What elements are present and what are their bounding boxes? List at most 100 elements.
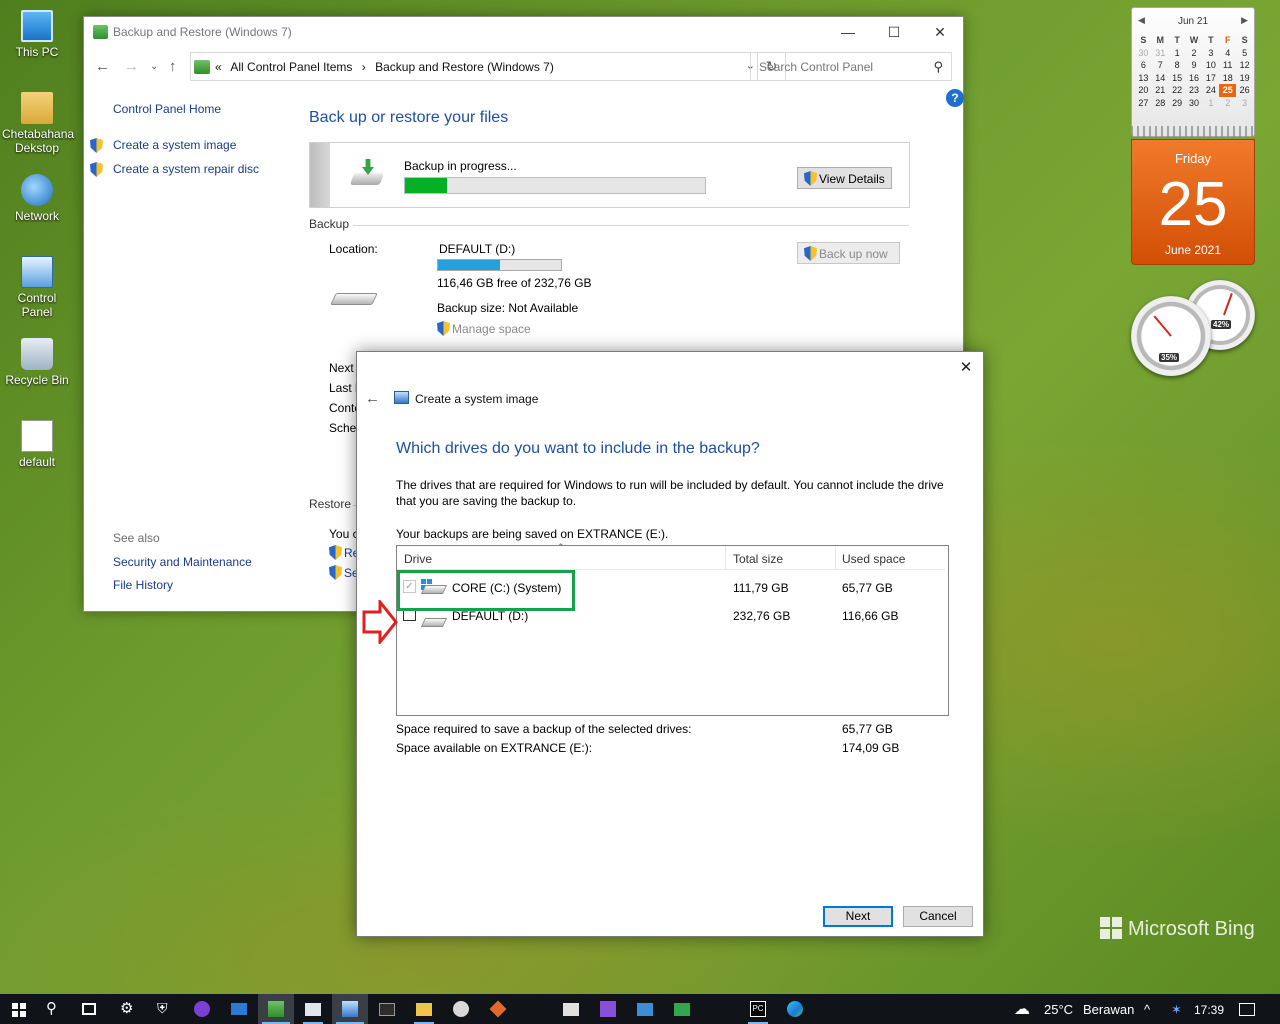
column-header-total-size[interactable]: Total size <box>733 552 783 566</box>
calendar-day[interactable]: 25 <box>1219 84 1237 97</box>
create-repair-disc-link[interactable]: Create a system repair disc <box>90 162 303 177</box>
taskbar-terminal[interactable] <box>369 994 405 1024</box>
taskbar-search-button[interactable]: ⚲ <box>36 994 72 1024</box>
calendar-day[interactable]: 21 <box>1152 84 1169 97</box>
calendar-day[interactable]: 18 <box>1219 72 1236 85</box>
taskbar-cloud[interactable] <box>443 994 479 1024</box>
desktop-icon-recycle-bin[interactable]: Recycle Bin <box>2 338 72 387</box>
taskbar-explorer[interactable] <box>406 994 442 1024</box>
cpu-gauge[interactable]: 35% <box>1131 296 1211 376</box>
task-view-button[interactable] <box>72 994 108 1024</box>
calendar-day[interactable]: 20 <box>1135 84 1152 97</box>
taskbar-security[interactable]: ⛨ <box>147 994 183 1024</box>
weather-temperature[interactable]: 25°C <box>1044 1002 1073 1017</box>
select-backup-link[interactable]: Se <box>329 565 359 580</box>
calendar-day[interactable]: 30 <box>1186 97 1203 110</box>
taskbar-github[interactable] <box>184 994 220 1024</box>
desktop-icon-this-pc[interactable]: This PC <box>2 10 72 59</box>
desktop-icon-user-folder[interactable]: Chetabahana Dekstop <box>2 92 74 155</box>
desktop-icon-control-panel[interactable]: Control Panel <box>2 256 72 319</box>
taskbar-mail[interactable] <box>221 994 257 1024</box>
breadcrumb-overflow[interactable]: « <box>215 60 222 74</box>
taskbar-settings[interactable]: ⚙ <box>110 994 146 1024</box>
calendar-day[interactable]: 19 <box>1236 72 1253 85</box>
search-icon[interactable]: ⚲ <box>933 59 943 75</box>
taskbar-calendar-app[interactable] <box>295 994 331 1024</box>
column-header-used-space[interactable]: Used space <box>842 552 905 566</box>
calendar-day[interactable]: 22 <box>1169 84 1186 97</box>
cancel-button[interactable]: Cancel <box>903 906 973 927</box>
calendar-gadget[interactable]: ◀ Jun 21 ▶ S M T W T F S 30 31 1 2 3 4 5 6 7 8 9 10 11 12 13 1… <box>1131 7 1255 137</box>
taskbar-chat[interactable] <box>664 994 700 1024</box>
calendar-day[interactable]: 2 <box>1219 97 1236 110</box>
calendar-day[interactable]: 3 <box>1236 97 1253 110</box>
calendar-day[interactable]: 28 <box>1152 97 1169 110</box>
recent-dropdown-icon[interactable]: ⌄ <box>150 61 158 72</box>
calendar-day[interactable]: 17 <box>1202 72 1219 85</box>
calendar-day[interactable]: 24 <box>1202 84 1219 97</box>
help-icon[interactable]: ? <box>946 89 964 107</box>
clock[interactable]: 17:39 <box>1194 1003 1224 1017</box>
desktop-icon-network[interactable]: Network <box>2 174 72 223</box>
create-system-image-link[interactable]: Create a system image <box>90 138 303 153</box>
calendar-day[interactable]: 14 <box>1152 72 1169 85</box>
title-bar[interactable]: Backup and Restore (Windows 7) — ☐ ✕ <box>84 17 963 47</box>
manage-space-link[interactable]: Manage space <box>437 321 531 336</box>
taskbar-git[interactable] <box>480 994 516 1024</box>
dialog-close-button[interactable]: ✕ <box>949 352 983 384</box>
taskbar-store[interactable] <box>553 994 589 1024</box>
calendar-day[interactable]: 3 <box>1202 47 1219 60</box>
restore-files-link[interactable]: Re <box>329 545 359 560</box>
taskbar-control-panel[interactable] <box>332 994 368 1024</box>
calendar-day[interactable]: 8 <box>1169 59 1186 72</box>
calendar-day[interactable]: 11 <box>1219 59 1236 72</box>
breadcrumb-item[interactable]: All Control Panel Items <box>230 60 352 74</box>
minimize-button[interactable]: — <box>825 17 871 47</box>
calendar-day[interactable]: 29 <box>1169 97 1186 110</box>
calendar-day[interactable]: 16 <box>1186 72 1203 85</box>
breadcrumb-item[interactable]: Backup and Restore (Windows 7) <box>375 60 554 74</box>
next-month-icon[interactable]: ▶ <box>1241 15 1248 26</box>
address-bar[interactable]: « All Control Panel Items › Backup and R… <box>190 52 786 81</box>
security-maintenance-link[interactable]: Security and Maintenance <box>113 555 252 569</box>
close-button[interactable]: ✕ <box>917 17 963 47</box>
taskbar-edge[interactable] <box>777 994 813 1024</box>
start-button[interactable] <box>0 994 36 1024</box>
search-input[interactable]: Search Control Panel ⚲ <box>750 52 952 81</box>
calendar-day[interactable]: 26 <box>1236 84 1253 97</box>
calendar-day[interactable]: 1 <box>1202 97 1219 110</box>
calendar-day[interactable]: 9 <box>1186 59 1203 72</box>
control-panel-home-link[interactable]: Control Panel Home <box>113 102 303 116</box>
calendar-day[interactable]: 15 <box>1169 72 1186 85</box>
calendar-day[interactable]: 31 <box>1152 47 1169 60</box>
view-details-button[interactable]: View Details <box>797 167 892 189</box>
back-arrow-icon[interactable]: ← <box>95 58 110 75</box>
calendar-day[interactable]: 5 <box>1236 47 1253 60</box>
calendar-day[interactable]: 4 <box>1219 47 1236 60</box>
calendar-day[interactable]: 6 <box>1135 59 1152 72</box>
column-header-drive[interactable]: Drive <box>404 552 432 566</box>
weather-description[interactable]: Berawan <box>1083 1002 1134 1017</box>
maximize-button[interactable]: ☐ <box>871 17 917 47</box>
calendar-day[interactable]: 12 <box>1236 59 1253 72</box>
next-button[interactable]: Next <box>823 906 893 927</box>
calendar-day[interactable]: 13 <box>1135 72 1152 85</box>
calendar-day[interactable]: 7 <box>1152 59 1169 72</box>
forward-arrow-icon[interactable]: → <box>124 58 139 75</box>
file-history-link[interactable]: File History <box>113 578 173 592</box>
up-arrow-icon[interactable]: ↑ <box>169 58 177 75</box>
taskbar-backup[interactable] <box>258 994 294 1024</box>
calendar-day[interactable]: 1 <box>1169 47 1186 60</box>
bluetooth-icon[interactable]: ✶ <box>1171 1002 1182 1018</box>
weather-cloud-icon[interactable]: ☁ <box>1014 999 1030 1019</box>
calendar-day[interactable]: 27 <box>1135 97 1152 110</box>
back-arrow-icon[interactable]: ← <box>365 390 380 407</box>
calendar-day[interactable]: 2 <box>1186 47 1203 60</box>
taskbar-remote[interactable] <box>627 994 663 1024</box>
taskbar-visual-studio[interactable] <box>590 994 626 1024</box>
notification-icon[interactable] <box>1239 1003 1255 1016</box>
show-hidden-icons[interactable]: ^ <box>1144 1002 1150 1017</box>
calendar-day-card[interactable]: Friday 25 June 2021 <box>1131 139 1255 265</box>
taskbar-pycharm[interactable]: PC <box>740 994 776 1024</box>
desktop-icon-default[interactable]: default <box>2 420 72 469</box>
